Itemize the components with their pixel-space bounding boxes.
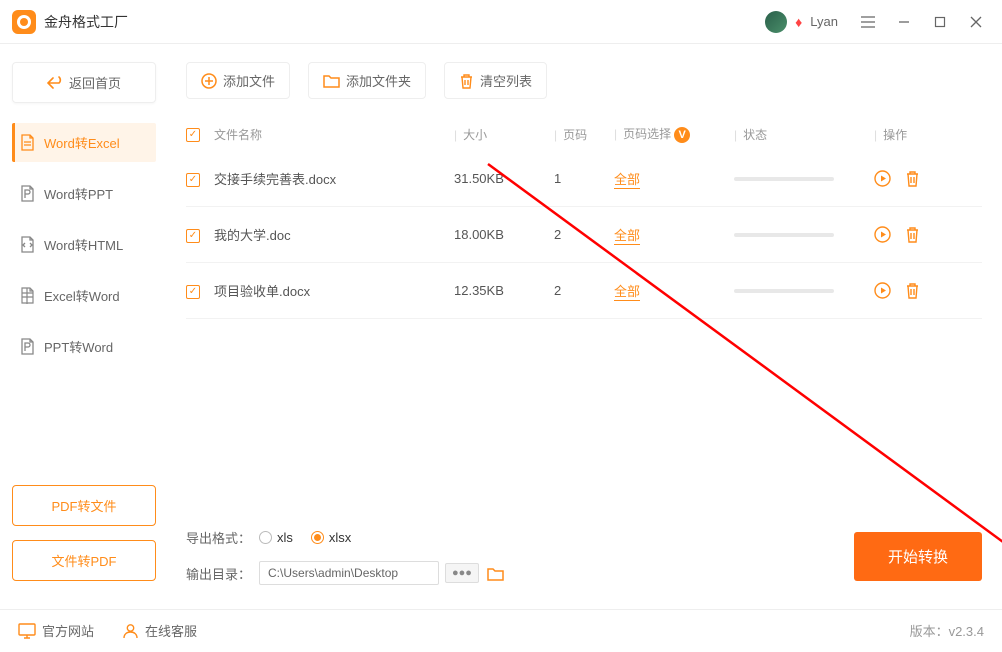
row-checkbox[interactable]: ✓ bbox=[186, 229, 200, 243]
sidebar: 返回首页 Word转Excel Word转PPT Word转HTML Excel… bbox=[0, 44, 168, 609]
delete-icon[interactable] bbox=[905, 170, 920, 187]
vip-badge-icon: V bbox=[674, 127, 690, 143]
doc-icon bbox=[20, 185, 36, 202]
table-row: ✓ 项目验收单.docx 12.35KB 2 全部 bbox=[186, 263, 982, 319]
app-logo-icon bbox=[12, 10, 36, 34]
col-ops: 操作 bbox=[883, 128, 907, 142]
close-button[interactable] bbox=[962, 8, 990, 36]
progress-bar bbox=[734, 177, 834, 181]
play-icon[interactable] bbox=[874, 282, 891, 299]
col-name: 文件名称 bbox=[214, 126, 454, 143]
file-name: 我的大学.doc bbox=[214, 225, 454, 244]
file-name: 项目验收单.docx bbox=[214, 281, 454, 300]
col-range: 页码选择 bbox=[623, 127, 671, 141]
plus-circle-icon bbox=[201, 73, 217, 89]
col-status: 状态 bbox=[743, 128, 767, 142]
version-text: 版本：v2.3.4 bbox=[910, 621, 984, 640]
table-row: ✓ 交接手续完善表.docx 31.50KB 1 全部 bbox=[186, 151, 982, 207]
page-range-link[interactable]: 全部 bbox=[614, 284, 640, 301]
sidebar-item-excel-word[interactable]: Excel转Word bbox=[12, 276, 156, 315]
trash-icon bbox=[459, 73, 474, 89]
app-title: 金舟格式工厂 bbox=[44, 12, 128, 32]
table-header: ✓ 文件名称 |大小 |页码 |页码选择V |状态 |操作 bbox=[186, 117, 982, 151]
sidebar-item-label: Excel转Word bbox=[44, 286, 120, 305]
avatar[interactable] bbox=[765, 11, 787, 33]
file-size: 18.00KB bbox=[454, 227, 554, 242]
select-all-checkbox[interactable]: ✓ bbox=[186, 128, 200, 142]
doc-icon bbox=[20, 338, 36, 355]
footer: 官方网站 在线客服 版本：v2.3.4 bbox=[0, 609, 1002, 651]
pdf-to-file-button[interactable]: PDF转文件 bbox=[12, 485, 156, 526]
sidebar-item-ppt-word[interactable]: PPT转Word bbox=[12, 327, 156, 366]
radio-icon bbox=[311, 531, 324, 544]
row-checkbox[interactable]: ✓ bbox=[186, 173, 200, 187]
progress-bar bbox=[734, 289, 834, 293]
sidebar-item-label: Word转PPT bbox=[44, 184, 113, 203]
back-arrow-icon bbox=[47, 76, 63, 90]
col-size: 大小 bbox=[463, 128, 487, 142]
file-to-pdf-button[interactable]: 文件转PDF bbox=[12, 540, 156, 581]
add-file-button[interactable]: 添加文件 bbox=[186, 62, 290, 99]
sidebar-item-label: PPT转Word bbox=[44, 337, 113, 356]
online-support-link[interactable]: 在线客服 bbox=[122, 621, 197, 640]
delete-icon[interactable] bbox=[905, 282, 920, 299]
doc-icon bbox=[20, 287, 36, 304]
support-label: 在线客服 bbox=[145, 621, 197, 640]
file-page: 1 bbox=[554, 171, 614, 186]
file-size: 31.50KB bbox=[454, 171, 554, 186]
add-folder-button[interactable]: 添加文件夹 bbox=[308, 62, 426, 99]
content-area: 添加文件 添加文件夹 清空列表 ✓ 文件名称 |大小 |页码 |页码选择V |状… bbox=[168, 44, 1002, 609]
play-icon[interactable] bbox=[874, 226, 891, 243]
sidebar-item-label: Word转HTML bbox=[44, 235, 123, 254]
titlebar: 金舟格式工厂 ♦ Lyan bbox=[0, 0, 1002, 44]
sidebar-item-word-excel[interactable]: Word转Excel bbox=[12, 123, 156, 162]
start-convert-button[interactable]: 开始转换 bbox=[854, 532, 982, 581]
sidebar-item-word-html[interactable]: Word转HTML bbox=[12, 225, 156, 264]
add-file-label: 添加文件 bbox=[223, 71, 275, 90]
output-path-input[interactable] bbox=[259, 561, 439, 585]
doc-icon bbox=[20, 236, 36, 253]
official-website-link[interactable]: 官方网站 bbox=[18, 621, 94, 640]
format-label: 导出格式： bbox=[186, 528, 251, 547]
radio-xls[interactable]: xls bbox=[259, 530, 293, 545]
monitor-icon bbox=[18, 623, 36, 639]
headset-icon bbox=[122, 622, 139, 639]
back-home-button[interactable]: 返回首页 bbox=[12, 62, 156, 103]
doc-icon bbox=[20, 134, 36, 151]
output-label: 输出目录： bbox=[186, 564, 251, 583]
play-icon[interactable] bbox=[874, 170, 891, 187]
radio-icon bbox=[259, 531, 272, 544]
sidebar-item-word-ppt[interactable]: Word转PPT bbox=[12, 174, 156, 213]
table-row: ✓ 我的大学.doc 18.00KB 2 全部 bbox=[186, 207, 982, 263]
website-label: 官方网站 bbox=[42, 621, 94, 640]
delete-icon[interactable] bbox=[905, 226, 920, 243]
clear-list-label: 清空列表 bbox=[480, 71, 532, 90]
file-name: 交接手续完善表.docx bbox=[214, 169, 454, 188]
clear-list-button[interactable]: 清空列表 bbox=[444, 62, 547, 99]
progress-bar bbox=[734, 233, 834, 237]
back-home-label: 返回首页 bbox=[69, 73, 121, 92]
file-table: ✓ 文件名称 |大小 |页码 |页码选择V |状态 |操作 ✓ 交接手续完善表.… bbox=[186, 117, 982, 514]
add-folder-label: 添加文件夹 bbox=[346, 71, 411, 90]
radio-xlsx[interactable]: xlsx bbox=[311, 530, 351, 545]
row-checkbox[interactable]: ✓ bbox=[186, 285, 200, 299]
menu-button[interactable] bbox=[854, 8, 882, 36]
minimize-button[interactable] bbox=[890, 8, 918, 36]
page-range-link[interactable]: 全部 bbox=[614, 228, 640, 245]
username[interactable]: Lyan bbox=[810, 14, 838, 29]
maximize-button[interactable] bbox=[926, 8, 954, 36]
file-size: 12.35KB bbox=[454, 283, 554, 298]
radio-xlsx-label: xlsx bbox=[329, 530, 351, 545]
page-range-link[interactable]: 全部 bbox=[614, 172, 640, 189]
folder-icon bbox=[323, 73, 340, 88]
radio-xls-label: xls bbox=[277, 530, 293, 545]
browse-button[interactable]: ●●● bbox=[445, 563, 479, 583]
file-page: 2 bbox=[554, 283, 614, 298]
diamond-icon: ♦ bbox=[795, 14, 802, 30]
col-page: 页码 bbox=[563, 128, 587, 142]
sidebar-item-label: Word转Excel bbox=[44, 133, 120, 152]
open-folder-icon[interactable] bbox=[487, 566, 504, 581]
file-page: 2 bbox=[554, 227, 614, 242]
